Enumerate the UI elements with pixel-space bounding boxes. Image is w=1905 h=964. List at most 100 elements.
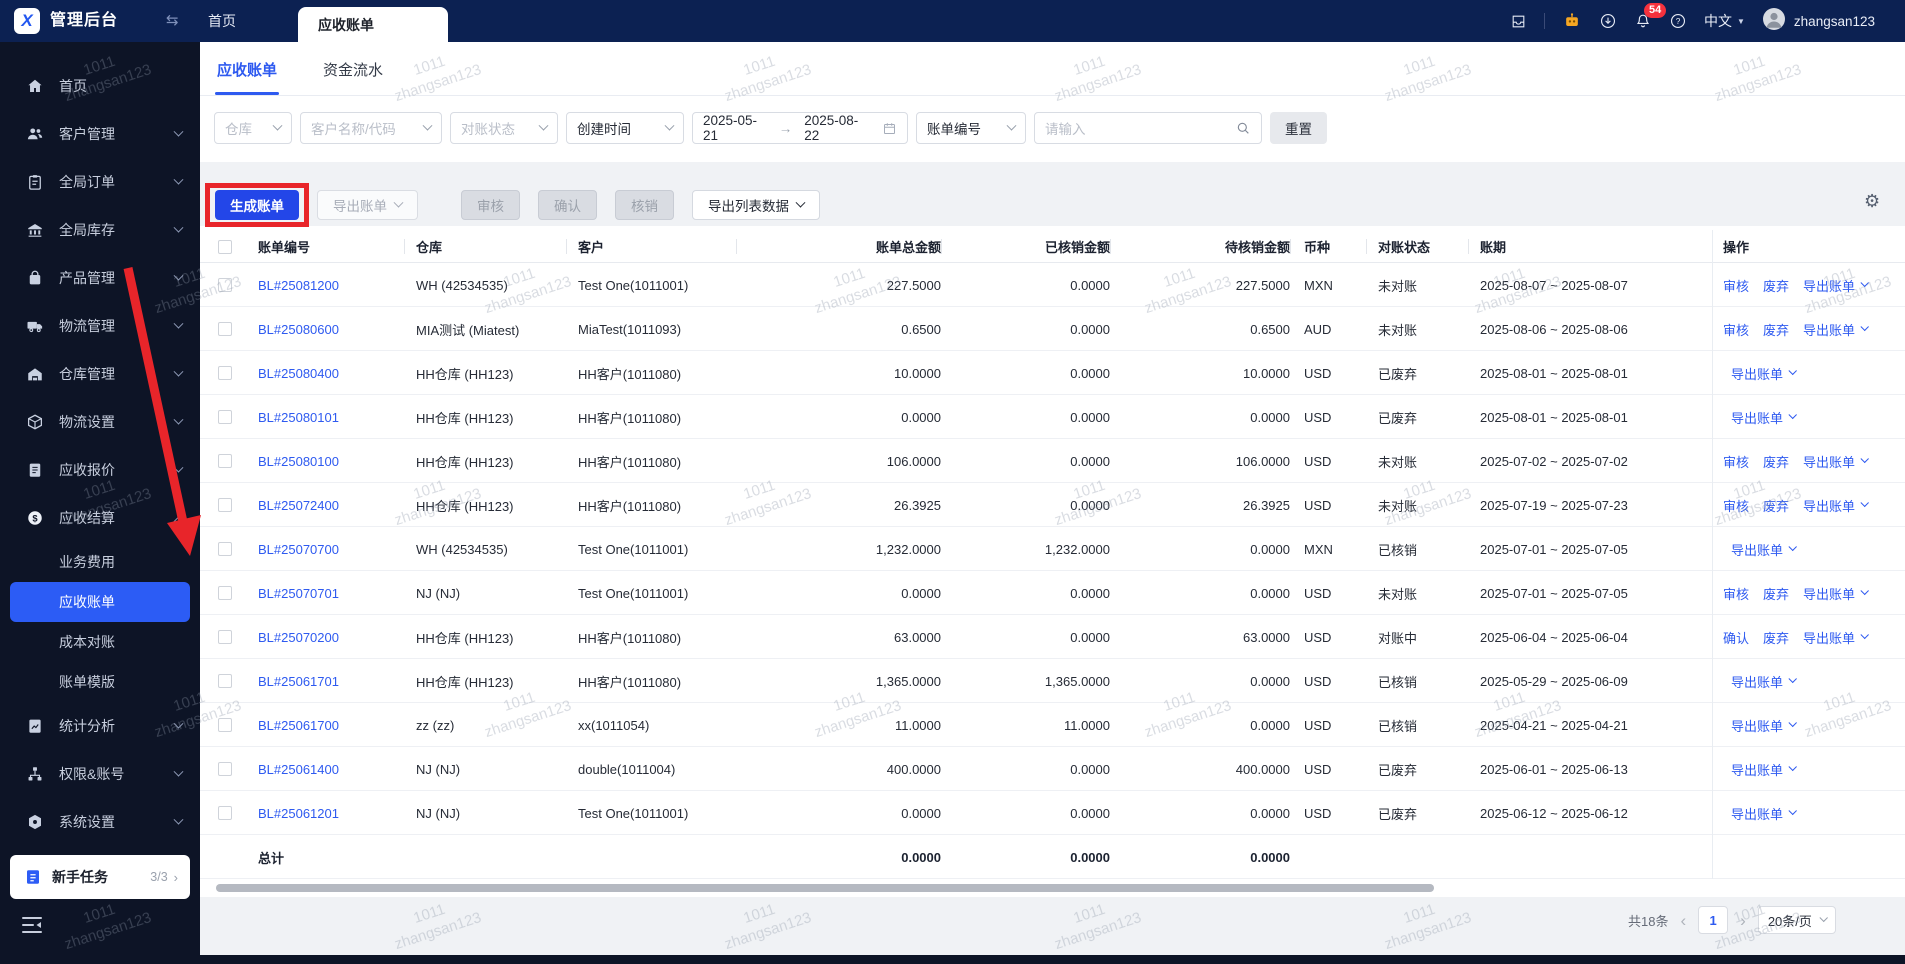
generate-bill-button[interactable]: 生成账单 (215, 190, 299, 220)
sidebar-item-全局订单[interactable]: 全局订单 (0, 158, 200, 206)
export-bill-action[interactable]: 导出账单 (1731, 760, 1797, 779)
action-link[interactable]: 废弃 (1763, 628, 1789, 647)
sidebar-item-统计分析[interactable]: 统计分析 (0, 702, 200, 750)
export-bill-action[interactable]: 导出账单 (1803, 496, 1869, 515)
writeoff-button[interactable]: 核销 (615, 190, 674, 220)
action-link[interactable]: 审核 (1723, 276, 1749, 295)
time-type-select[interactable]: 创建时间 (566, 112, 684, 144)
download-center-icon[interactable] (1599, 12, 1617, 30)
sidebar-item-首页[interactable]: 首页 (0, 62, 200, 110)
export-bill-action[interactable]: 导出账单 (1731, 804, 1797, 823)
newbie-task-card[interactable]: 新手任务 3/3 › (10, 855, 190, 899)
sidebar-item-物流管理[interactable]: 物流管理 (0, 302, 200, 350)
sidebar-item-产品管理[interactable]: 产品管理 (0, 254, 200, 302)
sidebar-item-物流设置[interactable]: 物流设置 (0, 398, 200, 446)
sidebar-item-应收结算[interactable]: $ 应收结算 (0, 494, 200, 542)
warehouse-select[interactable]: 仓库 (214, 112, 292, 144)
row-checkbox[interactable] (218, 630, 232, 644)
action-link[interactable]: 确认 (1723, 628, 1749, 647)
export-bill-action[interactable]: 导出账单 (1731, 716, 1797, 735)
tab-receivable-bills[interactable]: 应收账单 (215, 59, 280, 95)
window-tab-receivable-bills[interactable]: 应收账单 (298, 7, 448, 42)
sidebar-item-全局库存[interactable]: 全局库存 (0, 206, 200, 254)
export-list-button[interactable]: 导出列表数据 (692, 190, 820, 220)
bill-link[interactable]: BL#25072400 (258, 498, 339, 513)
page-size-select[interactable]: 20条/页 (1757, 906, 1836, 934)
bill-link[interactable]: BL#25070701 (258, 586, 339, 601)
page-number-button[interactable]: 1 (1698, 906, 1729, 934)
row-checkbox[interactable] (218, 718, 232, 732)
sidebar-item-仓库管理[interactable]: 仓库管理 (0, 350, 200, 398)
prev-page-icon[interactable]: ‹ (1678, 912, 1688, 929)
recon-status-select[interactable]: 对账状态 (450, 112, 558, 144)
action-link[interactable]: 废弃 (1763, 276, 1789, 295)
action-link[interactable]: 废弃 (1763, 320, 1789, 339)
user-menu[interactable]: zhangsan123 (1762, 7, 1875, 36)
row-checkbox[interactable] (218, 278, 232, 292)
tab-capital-flow[interactable]: 资金流水 (321, 59, 385, 95)
action-link[interactable]: 废弃 (1763, 452, 1789, 471)
sidebar-toggle-icon[interactable]: ⇆ (166, 0, 179, 42)
sidebar-item-系统设置[interactable]: 系统设置 (0, 798, 200, 846)
bill-link[interactable]: BL#25061700 (258, 718, 339, 733)
row-checkbox[interactable] (218, 674, 232, 688)
bill-link[interactable]: BL#25080101 (258, 410, 339, 425)
horizontal-scrollbar[interactable] (216, 884, 1434, 892)
export-bill-action[interactable]: 导出账单 (1731, 408, 1797, 427)
action-link[interactable]: 废弃 (1763, 584, 1789, 603)
language-selector[interactable]: 中文 ▼ (1704, 11, 1745, 31)
row-checkbox[interactable] (218, 542, 232, 556)
action-link[interactable]: 审核 (1723, 584, 1749, 603)
action-link[interactable]: 审核 (1723, 496, 1749, 515)
bill-link[interactable]: BL#25080100 (258, 454, 339, 469)
export-bill-button[interactable]: 导出账单 (317, 190, 418, 220)
bill-link[interactable]: BL#25061701 (258, 674, 339, 689)
export-bill-action[interactable]: 导出账单 (1803, 452, 1869, 471)
export-bill-action[interactable]: 导出账单 (1803, 276, 1869, 295)
sidebar-collapse-icon[interactable] (20, 915, 44, 935)
date-range-picker[interactable]: 2025-05-21 → 2025-08-22 (692, 112, 908, 144)
sidebar-subitem-应收账单[interactable]: 应收账单 (10, 582, 190, 622)
row-checkbox[interactable] (218, 806, 232, 820)
select-all-checkbox[interactable] (218, 239, 232, 254)
action-link[interactable]: 审核 (1723, 452, 1749, 471)
column-settings-gear-icon[interactable]: ⚙ (1864, 192, 1880, 210)
inbox-icon[interactable] (1510, 13, 1527, 30)
sidebar-item-应收报价[interactable]: 应收报价 (0, 446, 200, 494)
sidebar-subitem-账单模版[interactable]: 账单模版 (0, 662, 200, 702)
row-checkbox[interactable] (218, 762, 232, 776)
row-checkbox[interactable] (218, 322, 232, 336)
bill-link[interactable]: BL#25061400 (258, 762, 339, 777)
bill-link[interactable]: BL#25061201 (258, 806, 339, 821)
robot-assistant-icon[interactable] (1562, 11, 1582, 31)
reset-button[interactable]: 重置 (1270, 112, 1327, 144)
help-icon[interactable]: ? (1669, 12, 1687, 30)
bill-link[interactable]: BL#25080600 (258, 322, 339, 337)
row-checkbox[interactable] (218, 366, 232, 380)
next-page-icon[interactable]: › (1738, 912, 1748, 929)
row-checkbox[interactable] (218, 586, 232, 600)
row-checkbox[interactable] (218, 498, 232, 512)
action-link[interactable]: 审核 (1723, 320, 1749, 339)
export-bill-action[interactable]: 导出账单 (1731, 364, 1797, 383)
confirm-button[interactable]: 确认 (538, 190, 597, 220)
bill-link[interactable]: BL#25070700 (258, 542, 339, 557)
export-bill-action[interactable]: 导出账单 (1731, 540, 1797, 559)
export-bill-action[interactable]: 导出账单 (1731, 672, 1797, 691)
sidebar-subitem-业务费用[interactable]: 业务费用 (0, 542, 200, 582)
export-bill-action[interactable]: 导出账单 (1803, 320, 1869, 339)
notification-bell-icon[interactable]: 54 (1634, 3, 1667, 30)
row-checkbox[interactable] (218, 410, 232, 424)
topbar-home-link[interactable]: 首页 (208, 0, 236, 42)
export-bill-action[interactable]: 导出账单 (1803, 628, 1869, 647)
bill-link[interactable]: BL#25081200 (258, 278, 339, 293)
action-link[interactable]: 废弃 (1763, 496, 1789, 515)
sidebar-subitem-成本对账[interactable]: 成本对账 (0, 622, 200, 662)
audit-button[interactable]: 审核 (461, 190, 520, 220)
search-input[interactable]: 请输入 (1034, 112, 1262, 144)
row-checkbox[interactable] (218, 454, 232, 468)
sidebar-item-权限&账号[interactable]: 权限&账号 (0, 750, 200, 798)
bill-link[interactable]: BL#25070200 (258, 630, 339, 645)
customer-select[interactable]: 客户名称/代码 (300, 112, 442, 144)
sidebar-item-客户管理[interactable]: 客户管理 (0, 110, 200, 158)
